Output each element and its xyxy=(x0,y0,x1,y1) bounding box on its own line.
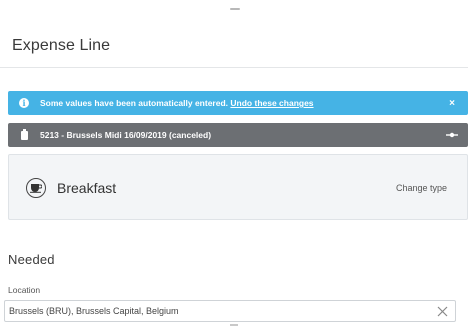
info-message-text: Some values have been automatically ente… xyxy=(40,98,229,108)
trip-banner: 5213 - Brussels Midi 16/09/2019 (cancele… xyxy=(8,123,468,147)
info-icon: i xyxy=(8,98,40,108)
info-banner: i Some values have been automatically en… xyxy=(8,91,468,115)
location-value[interactable]: Brussels (BRU), Brussels Capital, Belgiu… xyxy=(5,306,429,316)
clear-icon[interactable] xyxy=(429,301,455,321)
page-title: Expense Line xyxy=(12,37,111,54)
modal-header: Expense Line xyxy=(0,0,468,68)
info-message: Some values have been automatically ente… xyxy=(40,98,436,108)
location-field[interactable]: Brussels (BRU), Brussels Capital, Belgiu… xyxy=(4,300,456,322)
change-type-link[interactable]: Change type xyxy=(396,183,447,193)
clipboard-icon xyxy=(8,128,40,140)
close-icon[interactable]: × xyxy=(436,98,468,109)
section-title: Needed xyxy=(8,252,55,267)
expense-type-card: Breakfast Change type xyxy=(8,154,468,220)
trip-label: 5213 - Brussels Midi 16/09/2019 (cancele… xyxy=(40,130,212,140)
location-label: Location xyxy=(8,285,41,295)
toggle-icon[interactable] xyxy=(436,132,468,138)
undo-changes-link[interactable]: Undo these changes xyxy=(230,98,313,108)
scroll-indicator xyxy=(230,324,238,326)
coffee-cup-icon xyxy=(26,178,46,198)
expense-type-label: Breakfast xyxy=(57,180,117,196)
